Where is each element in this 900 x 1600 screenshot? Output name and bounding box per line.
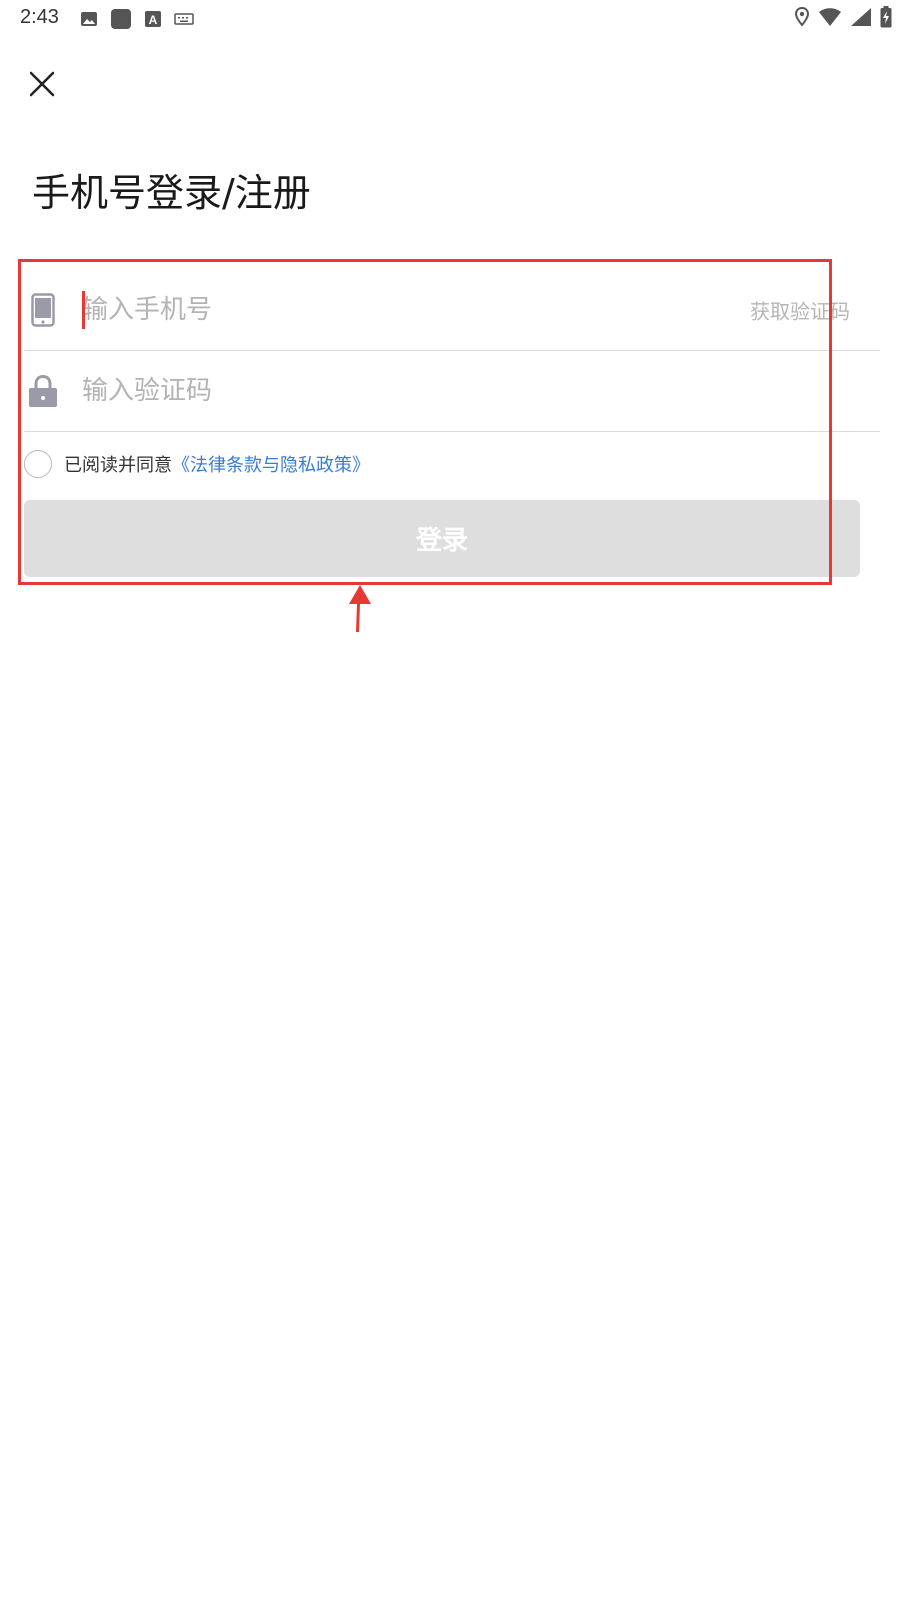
agreement-row: 已阅读并同意 《法律条款与隐私政策》 — [24, 432, 880, 496]
verification-code-input[interactable] — [82, 371, 702, 411]
battery-charging-icon — [880, 6, 892, 28]
font-a-icon: A — [145, 11, 161, 27]
agreement-checkbox[interactable] — [24, 450, 52, 478]
login-form: 获取验证码 已阅读并同意 《法律条款与隐私政策》 登录 — [24, 270, 880, 577]
image-icon — [81, 12, 97, 26]
text-cursor — [82, 291, 85, 329]
get-code-button[interactable]: 获取验证码 — [750, 296, 850, 325]
app-square-icon — [111, 9, 131, 29]
close-button[interactable] — [24, 66, 60, 102]
status-right-icons — [794, 6, 892, 28]
status-left-icons: A — [80, 8, 194, 30]
close-icon — [29, 71, 55, 97]
phone-row: 获取验证码 — [24, 270, 880, 351]
phone-icon — [28, 292, 58, 328]
lock-icon — [28, 373, 58, 409]
login-button[interactable]: 登录 — [24, 500, 860, 577]
status-bar: 2:43 A — [0, 0, 900, 36]
code-row — [24, 351, 880, 432]
phone-input[interactable] — [82, 290, 702, 330]
wifi-icon — [819, 8, 841, 26]
agreement-text: 已阅读并同意 — [64, 455, 172, 476]
annotation-arrow — [349, 585, 371, 632]
location-pin-icon — [794, 7, 810, 27]
page-title: 手机号登录/注册 — [32, 171, 311, 215]
terms-privacy-link[interactable]: 《法律条款与隐私政策》 — [172, 451, 370, 477]
keyboard-icon — [174, 13, 194, 25]
svg-text:A: A — [149, 13, 158, 27]
status-time: 2:43 — [20, 6, 59, 28]
cell-signal-icon — [851, 8, 871, 26]
